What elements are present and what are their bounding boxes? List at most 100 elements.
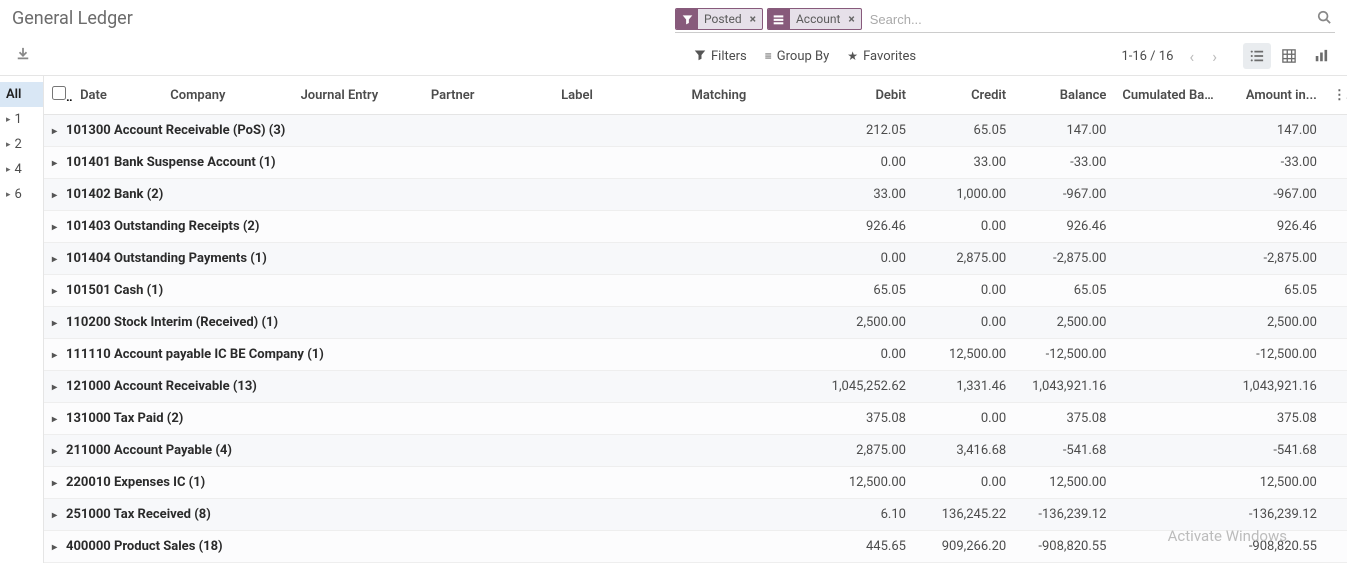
close-icon[interactable]: ×: [846, 12, 860, 26]
groupby-label: Group By: [777, 49, 830, 64]
caret-right-icon: ▸: [52, 286, 62, 297]
group-label[interactable]: ▸101404 Outstanding Payments (1): [44, 243, 814, 275]
table-row[interactable]: ▸101300 Account Receivable (PoS) (3)212.…: [44, 115, 1347, 147]
group-label[interactable]: ▸101300 Account Receivable (PoS) (3): [44, 115, 814, 147]
pager-prev[interactable]: ‹: [1183, 45, 1200, 68]
sidebar-item-4[interactable]: ▸4: [0, 157, 43, 182]
group-label[interactable]: ▸211000 Account Payable (4): [44, 435, 814, 467]
table-header-row: Date Company Journal Entry Partner Label…: [44, 76, 1347, 115]
table-row[interactable]: ▸400000 Product Sales (18)445.65909,266.…: [44, 531, 1347, 563]
table-row[interactable]: ▸211000 Account Payable (4)2,875.003,416…: [44, 435, 1347, 467]
cell-amount: -12,500.00: [1225, 339, 1325, 371]
cell-balance: 12,500.00: [1014, 467, 1114, 499]
groupby-button[interactable]: ≡ Group By: [765, 49, 830, 64]
group-label[interactable]: ▸110200 Stock Interim (Received) (1): [44, 307, 814, 339]
cell-balance: 65.05: [1014, 275, 1114, 307]
row-spacer: [1325, 531, 1347, 563]
facet-account[interactable]: Account ×: [767, 8, 862, 30]
sidebar-item-label: 6: [15, 187, 22, 202]
search-icon[interactable]: [1313, 10, 1335, 28]
col-date[interactable]: Date: [72, 76, 162, 115]
col-debit[interactable]: Debit: [814, 76, 914, 115]
sidebar-item-all[interactable]: All: [0, 82, 43, 107]
filter-icon: [694, 49, 706, 64]
filters-button[interactable]: Filters: [694, 49, 747, 64]
table-row[interactable]: ▸101404 Outstanding Payments (1)0.002,87…: [44, 243, 1347, 275]
search-bar[interactable]: Posted × Account ×: [675, 8, 1335, 33]
table-row[interactable]: ▸110200 Stock Interim (Received) (1) 2,50…: [44, 307, 1347, 339]
table-row[interactable]: ▸101403 Outstanding Receipts (2)926.460.…: [44, 211, 1347, 243]
view-list-button[interactable]: [1243, 43, 1271, 69]
cell-credit: 909,266.20: [914, 531, 1014, 563]
table-row[interactable]: ▸101501 Cash (1)65.050.0065.0565.05: [44, 275, 1347, 307]
cell-balance: 926.46: [1014, 211, 1114, 243]
col-partner[interactable]: Partner: [423, 76, 553, 115]
cell-debit: 1,045,252.62: [814, 371, 914, 403]
sidebar-item-6[interactable]: ▸6: [0, 182, 43, 207]
table-row[interactable]: ▸220010 Expenses IC (1)12,500.000.0012,5…: [44, 467, 1347, 499]
cell-debit: 6.10: [814, 499, 914, 531]
group-label[interactable]: ▸111110 Account payable IC BE Company (1…: [44, 339, 814, 371]
cell-cumulated: [1114, 211, 1224, 243]
cell-balance: 2,500.00: [1014, 307, 1114, 339]
caret-right-icon: ▸: [52, 446, 62, 457]
cell-balance: -2,875.00: [1014, 243, 1114, 275]
cell-debit: 2,875.00: [814, 435, 914, 467]
facet-posted[interactable]: Posted ×: [675, 8, 763, 30]
search-input[interactable]: [866, 10, 1313, 29]
group-label[interactable]: ▸220010 Expenses IC (1): [44, 467, 814, 499]
table-row[interactable]: ▸121000 Account Receivable (13)1,045,252…: [44, 371, 1347, 403]
table-row[interactable]: ▸111110 Account payable IC BE Company (1…: [44, 339, 1347, 371]
view-graph-button[interactable]: [1307, 43, 1335, 69]
download-icon[interactable]: [12, 43, 34, 69]
cell-amount: 1,043,921.16: [1225, 371, 1325, 403]
group-label[interactable]: ▸121000 Account Receivable (13): [44, 371, 814, 403]
group-label[interactable]: ▸131000 Tax Paid (2): [44, 403, 814, 435]
cell-cumulated: [1114, 275, 1224, 307]
cell-balance: 147.00: [1014, 115, 1114, 147]
caret-right-icon: ▸: [52, 542, 62, 553]
cell-amount: 65.05: [1225, 275, 1325, 307]
sidebar-item-1[interactable]: ▸1: [0, 107, 43, 132]
caret-right-icon: ▸: [6, 140, 11, 150]
filters-label: Filters: [711, 49, 747, 64]
col-credit[interactable]: Credit: [914, 76, 1014, 115]
ledger-table: Date Company Journal Entry Partner Label…: [44, 76, 1347, 563]
cell-amount: 2,500.00: [1225, 307, 1325, 339]
col-label[interactable]: Label: [553, 76, 683, 115]
favorites-button[interactable]: ★ Favorites: [847, 49, 916, 64]
table-row[interactable]: ▸131000 Tax Paid (2)375.080.00375.08375.…: [44, 403, 1347, 435]
caret-right-icon: ▸: [52, 414, 62, 425]
cell-debit: 375.08: [814, 403, 914, 435]
col-balance[interactable]: Balance: [1014, 76, 1114, 115]
col-matching[interactable]: Matching: [683, 76, 813, 115]
table-row[interactable]: ▸251000 Tax Received (8)6.10136,245.22-1…: [44, 499, 1347, 531]
col-company[interactable]: Company: [162, 76, 292, 115]
row-spacer: [1325, 499, 1347, 531]
caret-right-icon: ▸: [6, 115, 11, 125]
group-label[interactable]: ▸101403 Outstanding Receipts (2): [44, 211, 814, 243]
pager-next[interactable]: ›: [1206, 45, 1223, 68]
close-icon[interactable]: ×: [748, 12, 762, 26]
col-cumulated[interactable]: Cumulated Bal...: [1114, 76, 1224, 115]
cell-debit: 212.05: [814, 115, 914, 147]
sidebar-item-2[interactable]: ▸2: [0, 132, 43, 157]
col-journal[interactable]: Journal Entry: [293, 76, 423, 115]
cell-balance: -136,239.12: [1014, 499, 1114, 531]
col-amount[interactable]: Amount in...: [1225, 76, 1325, 115]
table-row[interactable]: ▸101401 Bank Suspense Account (1)0.0033.…: [44, 147, 1347, 179]
table-row[interactable]: ▸101402 Bank (2)33.001,000.00-967.00-967…: [44, 179, 1347, 211]
cell-credit: 1,331.46: [914, 371, 1014, 403]
cell-debit: 33.00: [814, 179, 914, 211]
filter-icon: [676, 8, 698, 30]
group-label[interactable]: ▸400000 Product Sales (18): [44, 531, 814, 563]
group-label[interactable]: ▸101401 Bank Suspense Account (1): [44, 147, 814, 179]
group-label[interactable]: ▸101402 Bank (2): [44, 179, 814, 211]
group-label[interactable]: ▸251000 Tax Received (8): [44, 499, 814, 531]
cell-debit: 0.00: [814, 339, 914, 371]
group-label[interactable]: ▸101501 Cash (1): [44, 275, 814, 307]
caret-right-icon: ▸: [52, 382, 62, 393]
column-options-icon[interactable]: ⋮: [1333, 88, 1347, 103]
view-pivot-button[interactable]: [1275, 43, 1303, 69]
select-all-checkbox[interactable]: [52, 86, 66, 100]
